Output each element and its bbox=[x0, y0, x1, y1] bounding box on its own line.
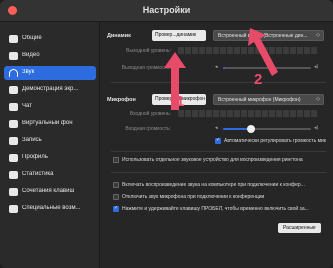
background-icon bbox=[9, 120, 18, 128]
volume-low-icon: ◂ bbox=[215, 64, 218, 70]
sidebar-item-label: Статистика bbox=[22, 171, 54, 177]
microphone-device-value: Встроенный микрофон (Микрофон) bbox=[218, 97, 301, 103]
stats-icon bbox=[9, 171, 18, 179]
video-icon bbox=[9, 52, 18, 60]
input-volume-label: Входная громкость: bbox=[125, 126, 171, 132]
test-speaker-button[interactable]: Провер...динамик bbox=[152, 30, 206, 41]
record-icon bbox=[9, 137, 18, 145]
audio-settings-panel: Динамик Провер...динамик Встроенный выхо… bbox=[101, 22, 333, 268]
title-bar: Настройки bbox=[0, 0, 333, 22]
annotation-number-1: 1 bbox=[176, 93, 185, 110]
sidebar-item-statistics[interactable]: Статистика bbox=[4, 168, 96, 182]
ringtone-device-checkbox[interactable] bbox=[113, 157, 119, 163]
ringtone-device-label: Использовать отдельное звуковое устройст… bbox=[122, 157, 303, 163]
divider bbox=[111, 82, 326, 83]
chat-icon bbox=[9, 103, 18, 111]
push-to-talk-checkbox[interactable] bbox=[113, 205, 119, 212]
join-computer-audio-checkbox[interactable] bbox=[113, 182, 119, 188]
sidebar-item-label: Общие bbox=[22, 35, 42, 41]
sidebar-item-video[interactable]: Видео bbox=[4, 49, 96, 63]
annotation-arrow-1 bbox=[164, 52, 186, 110]
sidebar-item-virtual-background[interactable]: Виртуальный фон bbox=[4, 117, 96, 131]
sidebar-item-label: Запись bbox=[22, 137, 42, 143]
sidebar-item-label: Видео bbox=[22, 52, 40, 58]
sidebar-item-general[interactable]: Общие bbox=[4, 32, 96, 46]
sidebar-item-recording[interactable]: Запись bbox=[4, 134, 96, 148]
window-title: Настройки bbox=[142, 5, 191, 15]
keyboard-icon bbox=[9, 188, 18, 196]
gear-icon bbox=[9, 35, 18, 43]
sidebar-item-label: Специальные возм... bbox=[22, 205, 81, 211]
output-volume-fill bbox=[223, 67, 225, 69]
auto-adjust-label: Автоматически регулировать громкость мик bbox=[224, 138, 326, 144]
microphone-device-select[interactable]: Встроенный микрофон (Микрофон) ◇ bbox=[213, 94, 324, 105]
sidebar-item-label: Чат bbox=[22, 103, 32, 109]
microphone-label: Микрофон bbox=[107, 97, 136, 103]
divider bbox=[111, 172, 326, 173]
mute-mic-on-join-label: Отключить звук микрофона при подключении… bbox=[122, 194, 265, 200]
join-computer-audio-label: Включать воспроизведение звука на компью… bbox=[122, 182, 305, 188]
sidebar-item-label: Виртуальный фон bbox=[22, 120, 73, 126]
sidebar-item-label: Профиль bbox=[22, 154, 48, 160]
sidebar-item-chat[interactable]: Чат bbox=[4, 100, 96, 114]
input-volume-knob[interactable] bbox=[247, 125, 255, 133]
sidebar-item-audio[interactable]: Звук bbox=[4, 66, 96, 80]
auto-adjust-checkbox[interactable] bbox=[215, 137, 221, 144]
sidebar-item-label: Демонстрация экр... bbox=[22, 86, 79, 92]
sidebar: Общие Видео Звук Демонстрация экр... Чат… bbox=[0, 22, 100, 268]
chevron-down-icon: ◇ bbox=[316, 96, 320, 102]
sidebar-item-accessibility[interactable]: Специальные возм... bbox=[4, 202, 96, 216]
annotation-arrow-2 bbox=[248, 28, 278, 76]
volume-high-icon: ◂) bbox=[314, 64, 319, 70]
input-level-meter bbox=[178, 110, 317, 117]
volume-low-icon: ◂ bbox=[215, 125, 218, 131]
sidebar-item-screen-share[interactable]: Демонстрация экр... bbox=[4, 83, 96, 97]
mute-mic-on-join-checkbox[interactable] bbox=[113, 194, 119, 200]
profile-icon bbox=[9, 154, 18, 162]
chevron-down-icon: ◇ bbox=[316, 32, 320, 38]
sidebar-item-keyboard-shortcuts[interactable]: Сочетания клавиш bbox=[4, 185, 96, 199]
input-volume-slider[interactable] bbox=[223, 125, 311, 133]
volume-high-icon: ◂) bbox=[314, 125, 319, 131]
settings-window: Настройки Общие Видео Звук Демонстрация … bbox=[0, 0, 333, 268]
divider bbox=[111, 151, 326, 152]
sidebar-item-label: Звук bbox=[22, 69, 35, 75]
push-to-talk-label: Нажмите и удерживайте клавишу ПРОБЕЛ, чт… bbox=[122, 206, 309, 212]
advanced-button[interactable]: Расширенные bbox=[278, 223, 321, 233]
headphones-icon bbox=[9, 69, 18, 77]
sidebar-item-profile[interactable]: Профиль bbox=[4, 151, 96, 165]
annotation-number-2: 2 bbox=[254, 71, 263, 88]
accessibility-icon bbox=[9, 205, 18, 213]
sidebar-item-label: Сочетания клавиш bbox=[22, 188, 75, 194]
screen-share-icon bbox=[9, 86, 18, 94]
speaker-label: Динамик bbox=[107, 33, 131, 39]
